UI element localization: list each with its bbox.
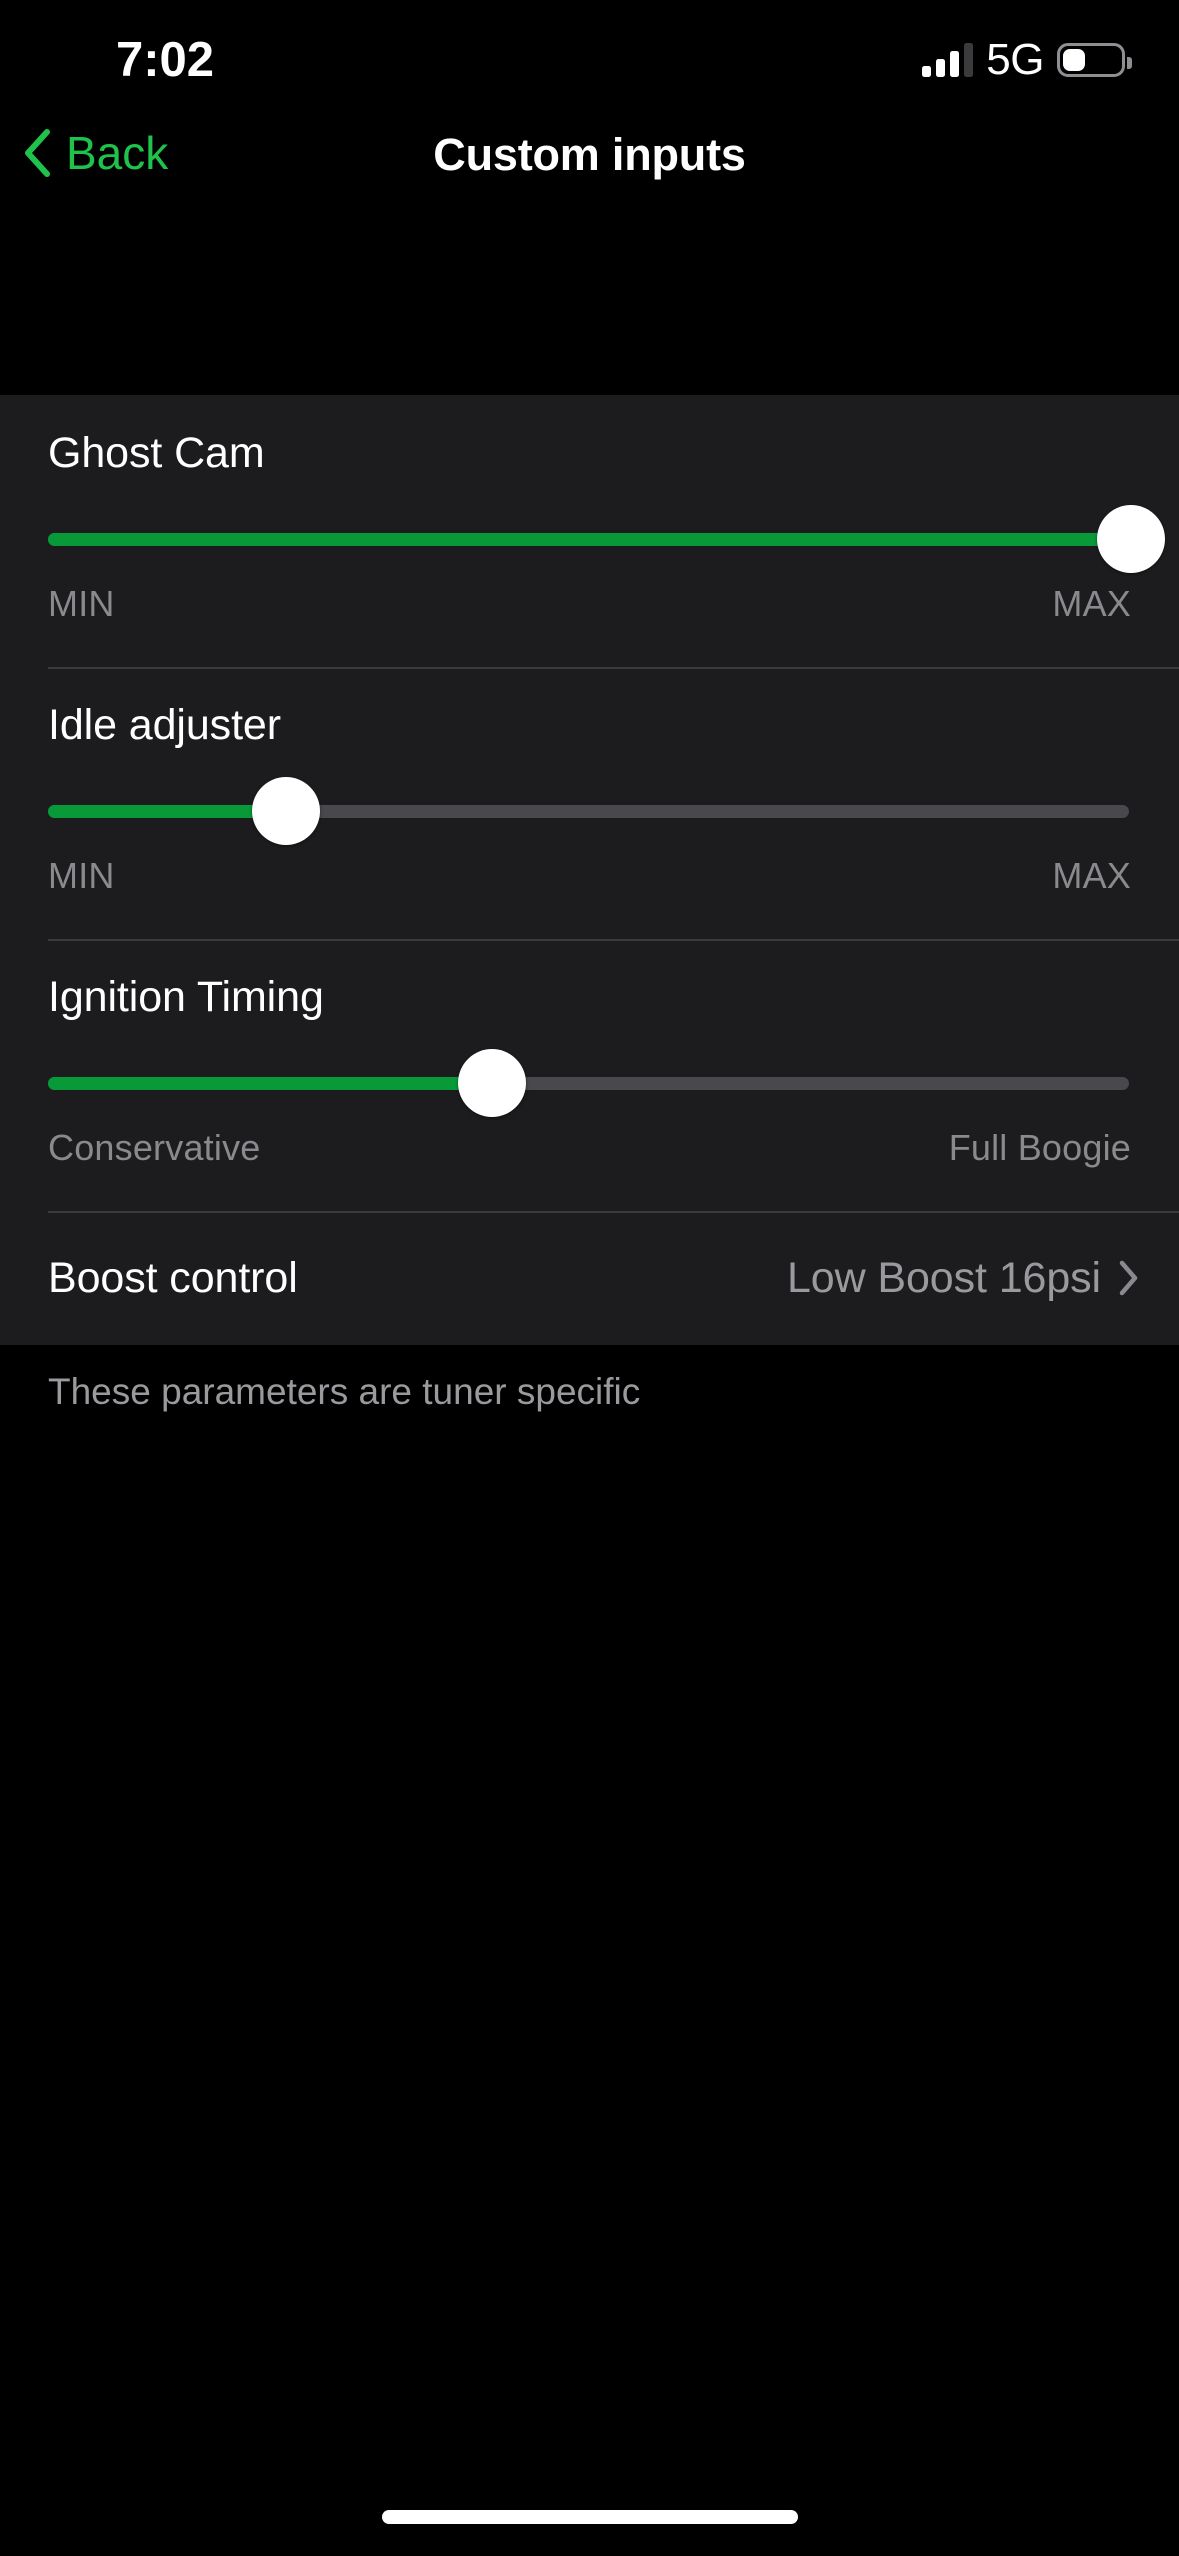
slider-row-idle-adjuster: Idle adjuster MIN MAX <box>0 667 1179 939</box>
slider-row-ignition-timing: Ignition Timing Conservative Full Boogie <box>0 939 1179 1211</box>
slider-ignition-timing[interactable] <box>48 1049 1131 1117</box>
slider-fill <box>48 533 1131 546</box>
slider-min-label: MIN <box>48 583 115 624</box>
cellular-signal-icon <box>922 43 974 77</box>
boost-control-value-group: Low Boost 16psi <box>787 1254 1139 1303</box>
battery-icon <box>1057 43 1132 77</box>
slider-row-ghost-cam: Ghost Cam MIN MAX <box>0 395 1179 667</box>
home-indicator[interactable] <box>381 2510 798 2524</box>
slider-idle-adjuster[interactable] <box>48 777 1131 845</box>
slider-min-label: MIN <box>48 855 115 896</box>
slider-end-labels: Conservative Full Boogie <box>48 1127 1131 1169</box>
slider-max-label: Full Boogie <box>948 1127 1131 1168</box>
slider-fill <box>48 805 287 818</box>
boost-control-row[interactable]: Boost control Low Boost 16psi <box>0 1211 1179 1345</box>
slider-min-label: Conservative <box>48 1127 261 1168</box>
status-bar-time: 7:02 <box>115 33 215 87</box>
slider-label: Ghost Cam <box>48 429 265 477</box>
slider-thumb[interactable] <box>458 1049 527 1117</box>
boost-control-label: Boost control <box>48 1253 298 1302</box>
slider-thumb[interactable] <box>1097 505 1165 573</box>
chevron-right-icon <box>1119 1260 1138 1296</box>
settings-card: Ghost Cam MIN MAX Idle adjuster MIN MAX <box>0 395 1179 1345</box>
slider-label: Idle adjuster <box>48 701 281 749</box>
battery-fill <box>1063 49 1085 71</box>
slider-label: Ignition Timing <box>48 973 324 1021</box>
status-bar-indicators: 5G <box>922 35 1132 84</box>
slider-fill <box>48 1077 493 1090</box>
slider-end-labels: MIN MAX <box>48 855 1131 897</box>
slider-max-label: MAX <box>1052 855 1131 896</box>
phone-screen: 7:02 5G Back Custom inputs Ghost Cam MIN… <box>0 0 1179 2556</box>
status-bar: 7:02 5G <box>0 0 1179 118</box>
slider-max-label: MAX <box>1052 583 1131 624</box>
slider-ghost-cam[interactable] <box>48 505 1165 573</box>
network-type-label: 5G <box>986 35 1044 84</box>
slider-end-labels: MIN MAX <box>48 583 1131 625</box>
navigation-bar: Back Custom inputs <box>0 118 1179 238</box>
boost-control-value: Low Boost 16psi <box>786 1253 1101 1302</box>
slider-thumb[interactable] <box>252 777 321 845</box>
page-title: Custom inputs <box>433 129 746 180</box>
footer-note: These parameters are tuner specific <box>48 1371 641 1412</box>
